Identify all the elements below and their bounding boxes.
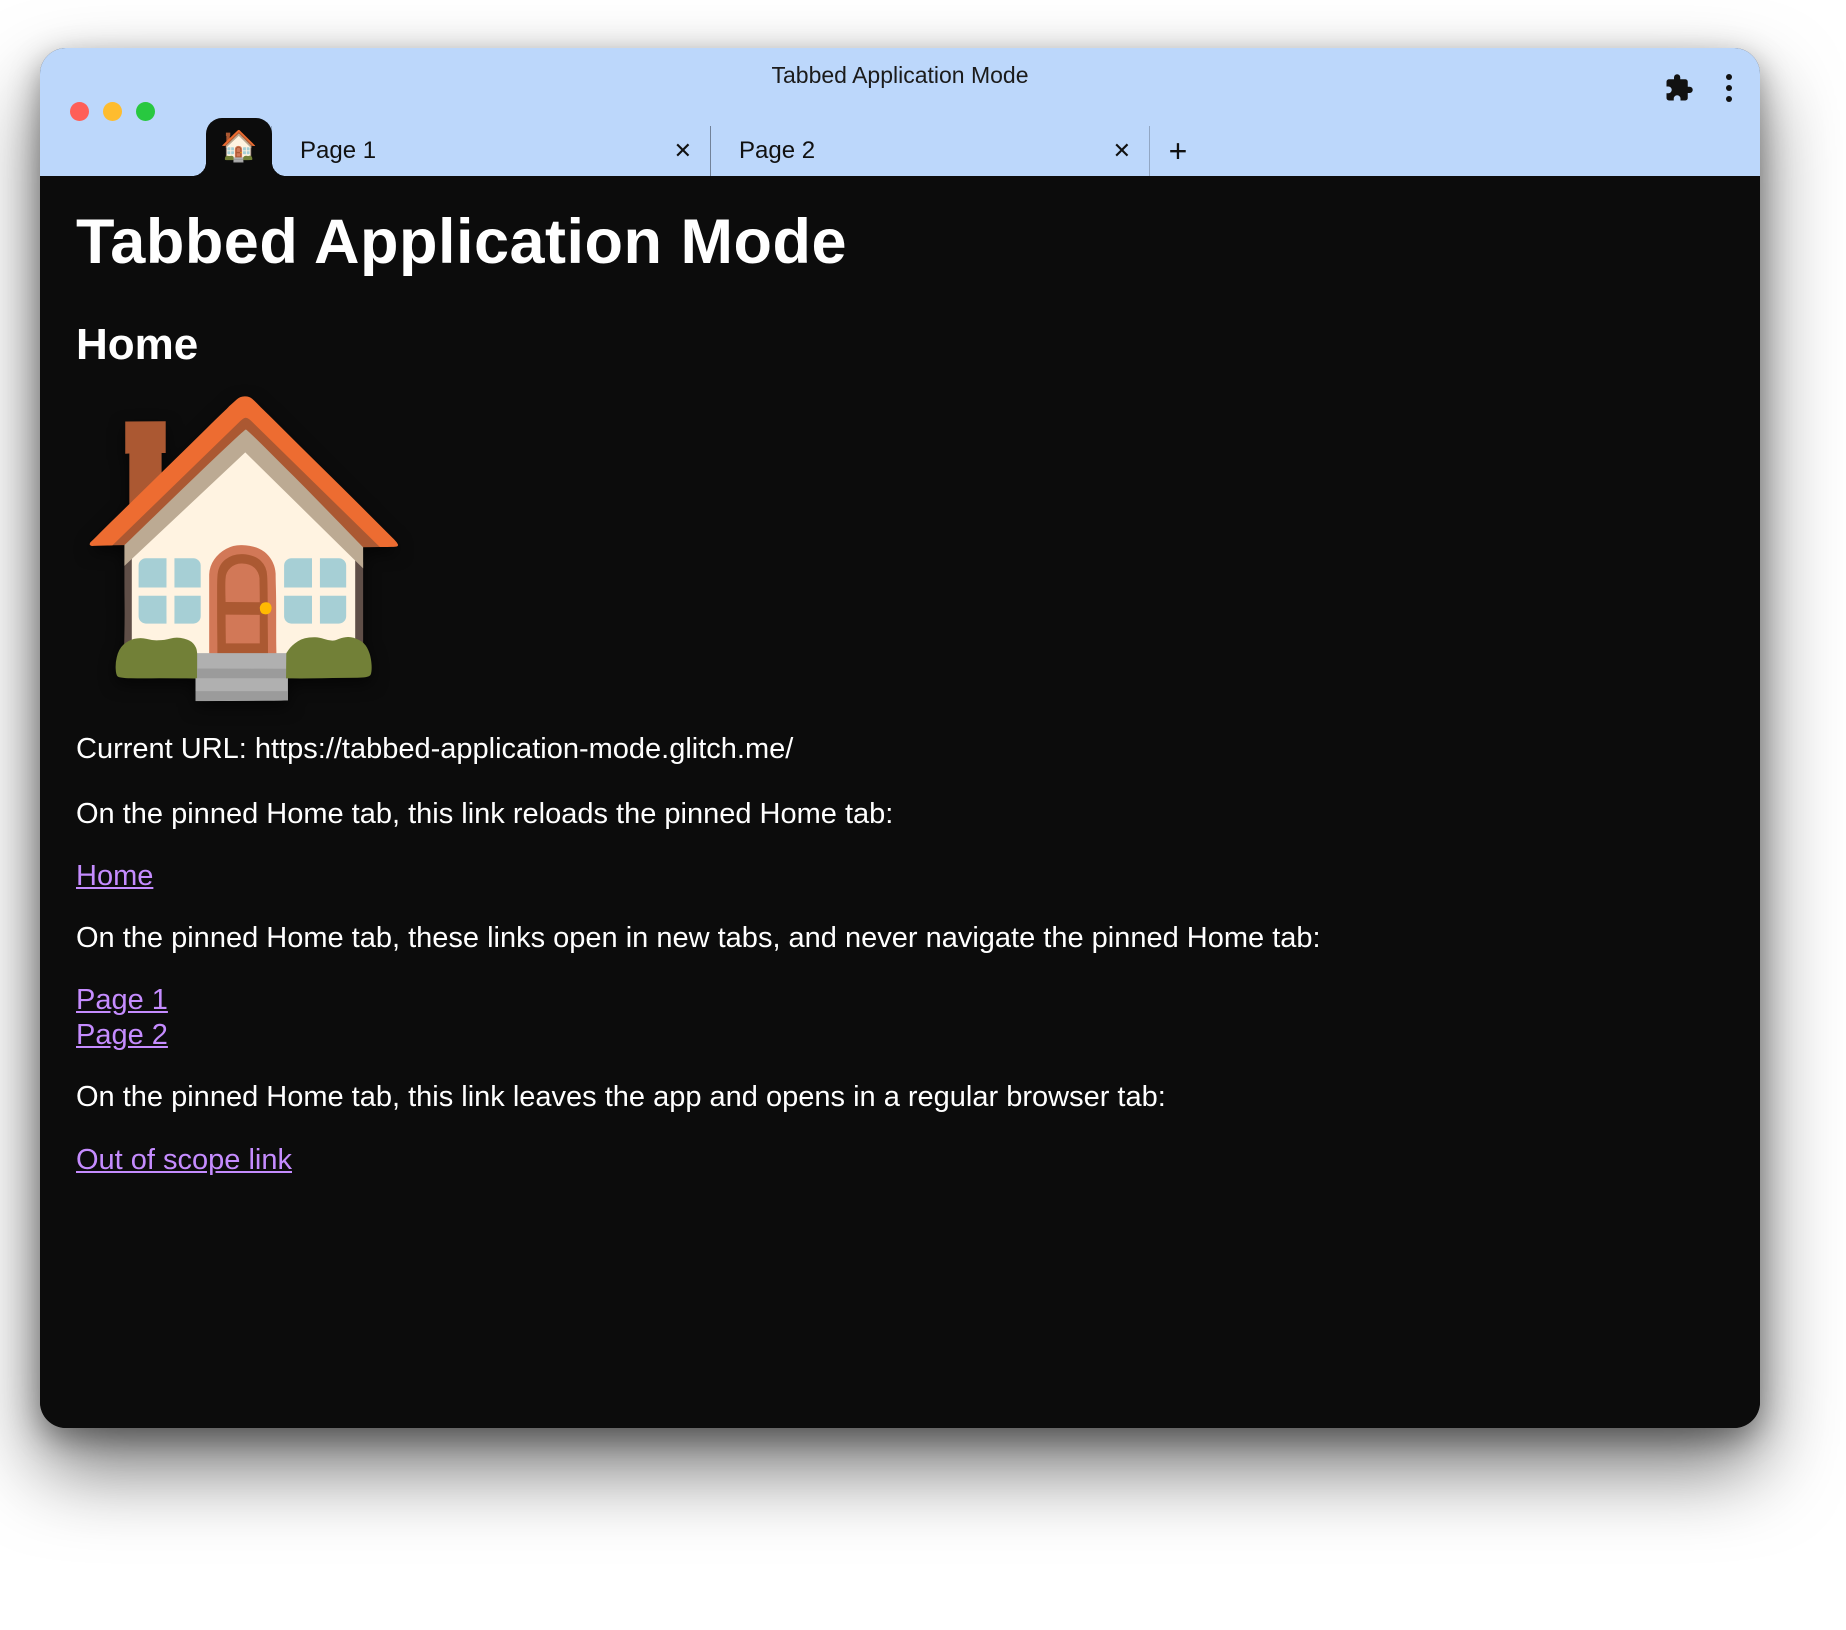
close-icon[interactable]: ✕ bbox=[1113, 140, 1131, 162]
tab-page-1[interactable]: Page 1 ✕ bbox=[271, 126, 711, 176]
pinned-home-tab[interactable]: 🏠 bbox=[206, 118, 272, 176]
link-home[interactable]: Home bbox=[76, 860, 153, 893]
close-icon[interactable]: ✕ bbox=[674, 140, 692, 162]
link-out-of-scope[interactable]: Out of scope link bbox=[76, 1144, 292, 1177]
zoom-window-button[interactable] bbox=[136, 102, 155, 121]
tab-strip: 🏠 Page 1 ✕ Page 2 ✕ + bbox=[206, 118, 1760, 176]
house-illustration: 🏠 bbox=[70, 404, 1724, 684]
link-page-2[interactable]: Page 2 bbox=[76, 1019, 1724, 1052]
page-title: Tabbed Application Mode bbox=[76, 206, 1724, 278]
minimize-window-button[interactable] bbox=[103, 102, 122, 121]
titlebar-right-controls bbox=[1664, 70, 1738, 106]
plus-icon: + bbox=[1169, 133, 1188, 170]
extensions-icon[interactable] bbox=[1664, 73, 1694, 103]
titlebar: Tabbed Application Mode 🏠 Pag bbox=[40, 48, 1760, 176]
current-url-label: Current URL: bbox=[76, 733, 255, 765]
tab-label: Page 1 bbox=[300, 137, 376, 165]
text-reload-explainer: On the pinned Home tab, this link reload… bbox=[76, 795, 1724, 834]
tab-label: Page 2 bbox=[739, 137, 815, 165]
traffic-lights bbox=[70, 102, 155, 121]
close-window-button[interactable] bbox=[70, 102, 89, 121]
page-content: Tabbed Application Mode Home 🏠 Current U… bbox=[40, 176, 1760, 1428]
app-window: Tabbed Application Mode 🏠 Pag bbox=[40, 48, 1760, 1428]
current-url-value: https://tabbed-application-mode.glitch.m… bbox=[255, 733, 793, 765]
text-newtabs-explainer: On the pinned Home tab, these links open… bbox=[76, 919, 1724, 958]
current-url-line: Current URL: https://tabbed-application-… bbox=[76, 730, 1724, 769]
window-title: Tabbed Application Mode bbox=[40, 62, 1760, 89]
text-outofscope-explainer: On the pinned Home tab, this link leaves… bbox=[76, 1078, 1724, 1117]
link-page-1[interactable]: Page 1 bbox=[76, 984, 1724, 1017]
home-icon: 🏠 bbox=[220, 132, 257, 162]
new-tab-button[interactable]: + bbox=[1150, 126, 1206, 176]
page-subtitle: Home bbox=[76, 320, 1724, 370]
more-menu-icon[interactable] bbox=[1720, 70, 1738, 106]
tab-page-2[interactable]: Page 2 ✕ bbox=[710, 126, 1150, 176]
